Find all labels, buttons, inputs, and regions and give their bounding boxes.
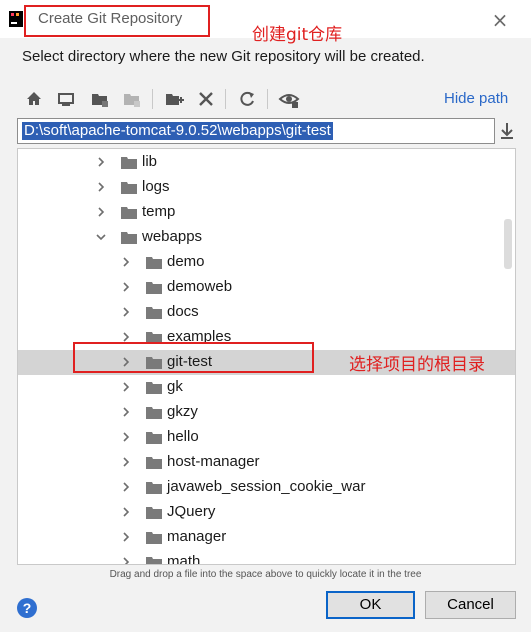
tree-row[interactable]: JQuery (18, 500, 515, 525)
path-input[interactable]: D:\soft\apache-tomcat-9.0.52\webapps\git… (17, 118, 495, 144)
tree-row-label: hello (167, 428, 199, 445)
help-icon[interactable]: ? (17, 598, 37, 618)
description-text: Select directory where the new Git repos… (22, 48, 425, 65)
folder-icon (121, 232, 137, 244)
folder-icon (146, 432, 162, 444)
chevron-right-icon[interactable] (120, 456, 132, 468)
drag-drop-hint: Drag and drop a file into the space abov… (109, 569, 422, 580)
title-annotation-box (24, 5, 210, 37)
tree-row[interactable]: hello (18, 425, 515, 450)
tree-row[interactable]: temp (18, 200, 515, 225)
selection-annotation-box (73, 342, 314, 373)
chevron-right-icon[interactable] (120, 431, 132, 443)
refresh-icon[interactable] (236, 88, 258, 110)
chevron-right-icon[interactable] (95, 181, 107, 193)
folder-icon (146, 257, 162, 269)
chevron-down-icon[interactable] (95, 231, 107, 243)
folder-icon (146, 307, 162, 319)
chevron-right-icon[interactable] (95, 156, 107, 168)
tree-row[interactable]: javaweb_session_cookie_war (18, 475, 515, 500)
project-folder-icon[interactable] (89, 88, 111, 110)
toolbar (17, 86, 516, 114)
tree-row-label: webapps (142, 228, 203, 245)
chevron-right-icon[interactable] (120, 381, 132, 393)
folder-icon (146, 507, 162, 519)
folder-icon (121, 157, 137, 169)
tree-row-label: JQuery (167, 503, 216, 520)
tree-row-label: manager (167, 528, 227, 545)
chevron-right-icon[interactable] (120, 531, 132, 543)
cancel-button[interactable]: Cancel (425, 591, 516, 619)
tree-row-label: demo (167, 253, 205, 270)
show-hidden-icon[interactable] (278, 88, 300, 110)
tree-row-label: logs (142, 178, 170, 195)
chevron-right-icon[interactable] (120, 406, 132, 418)
tree-row-label: gk (167, 378, 183, 395)
tree-row[interactable]: demoweb (18, 275, 515, 300)
tree-row-label: gkzy (167, 403, 198, 420)
tree-row[interactable]: lib (18, 150, 515, 175)
tree-row-label: lib (142, 153, 158, 170)
download-icon[interactable] (499, 121, 515, 141)
chevron-right-icon[interactable] (120, 281, 132, 293)
scrollbar-thumb[interactable] (504, 219, 512, 269)
chevron-right-icon[interactable] (95, 206, 107, 218)
path-value[interactable]: D:\soft\apache-tomcat-9.0.52\webapps\git… (22, 122, 333, 140)
chevron-right-icon[interactable] (120, 256, 132, 268)
tree-row[interactable]: manager (18, 525, 515, 550)
delete-icon[interactable] (195, 88, 217, 110)
tree-row[interactable]: docs (18, 300, 515, 325)
tree-row[interactable]: gkzy (18, 400, 515, 425)
folder-icon (146, 482, 162, 494)
tree-row[interactable]: demo (18, 250, 515, 275)
tree-row-label: math (167, 553, 201, 565)
chevron-right-icon[interactable] (120, 481, 132, 493)
tree-row-label: demoweb (167, 278, 233, 295)
folder-icon (146, 282, 162, 294)
tree-row-label: temp (142, 203, 176, 220)
new-folder-icon[interactable] (163, 88, 185, 110)
ok-button[interactable]: OK (326, 591, 415, 619)
toolbar-separator (225, 89, 226, 109)
close-icon[interactable]: × (490, 10, 510, 30)
chevron-right-icon[interactable] (120, 506, 132, 518)
toolbar-separator (152, 89, 153, 109)
hide-path-link[interactable]: Hide path (444, 90, 508, 107)
tree-row[interactable]: math (18, 550, 515, 565)
chevron-right-icon[interactable] (120, 306, 132, 318)
folder-icon (146, 407, 162, 419)
title-annotation-note: 创建git仓库 (252, 25, 343, 45)
folder-icon (121, 207, 137, 219)
tree-row[interactable]: host-manager (18, 450, 515, 475)
folder-icon (146, 457, 162, 469)
selection-annotation-note: 选择项目的根目录 (349, 355, 485, 375)
tree-row-label: docs (167, 303, 199, 320)
folder-icon (121, 182, 137, 194)
toolbar-separator (267, 89, 268, 109)
module-folder-icon[interactable] (121, 88, 143, 110)
tree-row-label: javaweb_session_cookie_war (167, 478, 366, 495)
desktop-icon[interactable] (55, 88, 77, 110)
tree-row-label: host-manager (167, 453, 260, 470)
folder-icon (146, 532, 162, 544)
chevron-right-icon[interactable] (120, 556, 132, 565)
folder-icon (146, 557, 162, 564)
tree-row[interactable]: gk (18, 375, 515, 400)
home-icon[interactable] (23, 88, 45, 110)
folder-icon (146, 382, 162, 394)
tree-row[interactable]: logs (18, 175, 515, 200)
tree-row[interactable]: webapps (18, 225, 515, 250)
